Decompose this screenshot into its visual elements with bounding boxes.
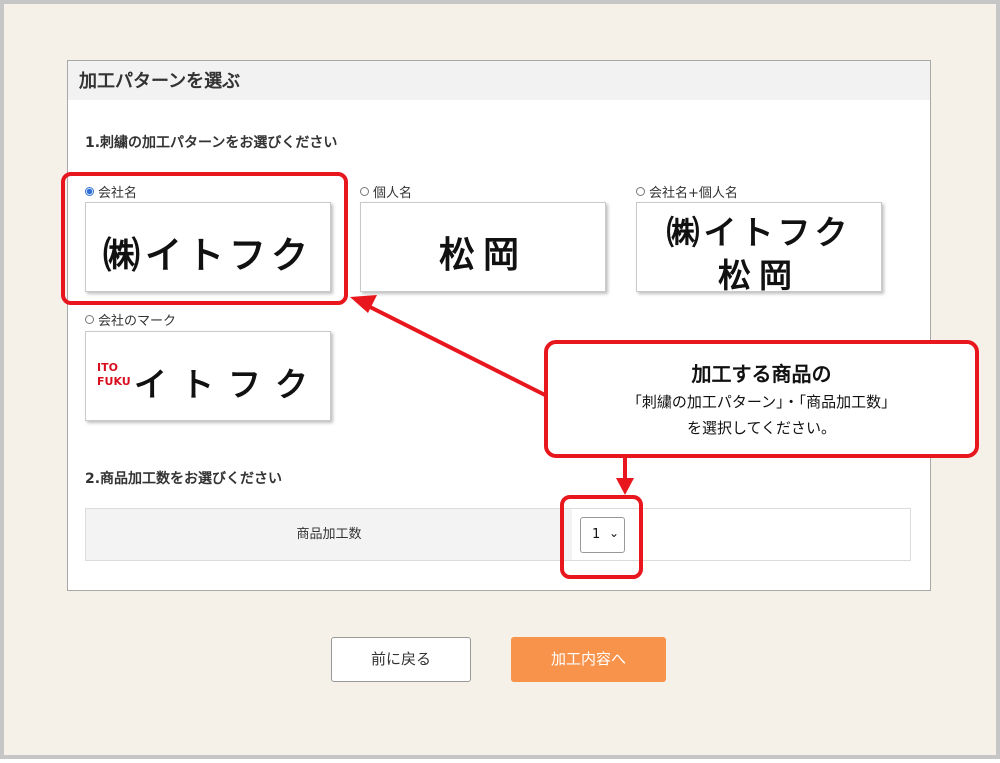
arrowhead-quantity [616, 478, 634, 495]
page-frame: 加工パターンを選ぶ 1.刺繍の加工パターンをお選びください 会社名 ㈱イトフク … [0, 0, 1000, 759]
quantity-row: 商品加工数 [85, 508, 911, 561]
quantity-label: 商品加工数 [86, 509, 572, 560]
highlight-quantity-select [560, 495, 643, 579]
back-button[interactable]: 前に戻る [331, 637, 471, 682]
callout-title: 加工する商品の [691, 362, 832, 386]
callout-line2: 「刺繍の加工パターン」・「商品加工数」 [626, 393, 897, 411]
callout-line3: を選択してください。 [686, 419, 837, 437]
section2-heading: 2.商品加工数をお選びください [85, 471, 283, 487]
instruction-callout: 加工する商品の 「刺繍の加工パターン」・「商品加工数」 を選択してください。 [544, 340, 979, 458]
arrow-to-pattern [367, 304, 548, 398]
next-button[interactable]: 加工内容へ [511, 637, 666, 682]
